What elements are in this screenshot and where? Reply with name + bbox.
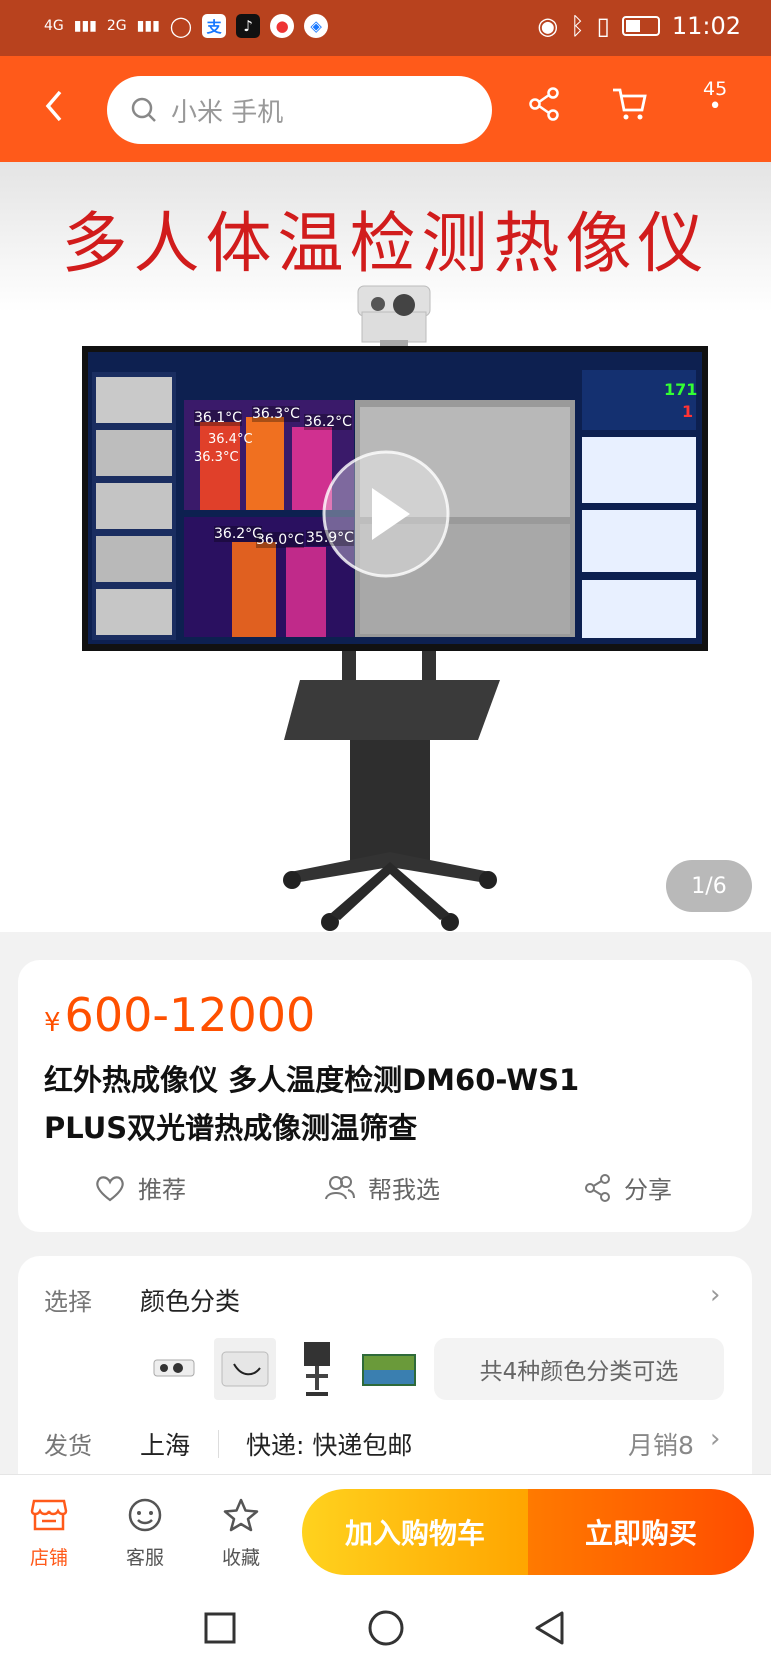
favorite-label: 收藏	[221, 1547, 260, 1569]
signal-bars-icon: ▮▮▮	[73, 18, 97, 34]
search-placeholder: 小米 手机	[171, 97, 284, 128]
share-button[interactable]: 分享	[584, 1170, 672, 1205]
product-price: ¥600-12000	[44, 988, 315, 1042]
screen-readout: 36.0°C	[256, 532, 304, 548]
price-value: 600-12000	[64, 988, 316, 1042]
screen-readout: 35.9°C	[306, 530, 354, 546]
recommend-button[interactable]: 推荐	[94, 1170, 186, 1205]
select-label: 选择	[44, 1288, 92, 1316]
help-choose-label: 帮我选	[368, 1176, 440, 1204]
currency-symbol: ¥	[44, 1008, 61, 1038]
bluetooth-icon: ᛒ	[570, 12, 585, 40]
status-right: ◉ ᛒ ▯ 11:02	[537, 12, 741, 40]
screen-readout: 36.3°C	[194, 450, 239, 465]
clock: 11:02	[671, 12, 741, 40]
tiktok-icon: ♪	[236, 14, 261, 38]
home-icon[interactable]	[364, 1606, 408, 1650]
heart-icon	[96, 1175, 124, 1201]
variant-thumb[interactable]	[142, 1338, 204, 1400]
back-arrow-icon[interactable]	[40, 86, 70, 126]
recommend-label: 推荐	[138, 1176, 186, 1204]
select-value[interactable]: 颜色分类	[140, 1282, 240, 1318]
product-title-line-2: PLUS双光谱热成像测温筛查	[44, 1111, 418, 1145]
search-icon	[131, 97, 156, 122]
shop-label: 店铺	[29, 1547, 68, 1569]
recent-apps-icon[interactable]	[200, 1608, 240, 1648]
screen-count-total: 171	[664, 380, 698, 399]
shipping-label: 发货	[44, 1432, 92, 1460]
back-nav-icon[interactable]	[530, 1608, 570, 1648]
screen-readout: 36.1°C	[194, 410, 242, 426]
options-card: 选择 颜色分类 › 共4种颜色分类可选 发货 上海 快递: 快递包邮 月销8 ›	[18, 1256, 752, 1496]
product-title-line-1: 红外热成像仪 多人温度检测DM60-WS1	[44, 1063, 580, 1097]
shop-button[interactable]: 店铺	[14, 1497, 84, 1570]
message-icon: ◯	[169, 14, 193, 38]
search-box[interactable]: 小米 手机	[107, 76, 492, 144]
product-photo	[82, 285, 708, 931]
eye-icon: ◉	[537, 12, 559, 40]
vibrate-icon: ▯	[596, 12, 610, 40]
battery-icon	[621, 16, 660, 36]
select-chevron-icon[interactable]: ›	[710, 1280, 720, 1310]
cart-badge[interactable]: 45 •	[703, 80, 727, 119]
alipay-icon: 支	[202, 14, 227, 38]
delivery-info: 快递: 快递包邮	[246, 1431, 413, 1460]
screen-readout: 36.2°C	[214, 526, 262, 542]
variants-summary[interactable]: 共4种颜色分类可选	[434, 1338, 724, 1400]
more-dot-icon: •	[708, 94, 722, 119]
product-image-gallery[interactable]: 多人体温检测热像仪 36.1°C 36.3°C 36.2°C 36.4°C 36…	[0, 162, 771, 932]
share-icon	[585, 1173, 610, 1202]
top-header: 小米 手机 45 •	[0, 56, 771, 162]
variant-thumb[interactable]	[214, 1338, 276, 1400]
signal-2: 2G	[106, 18, 127, 34]
help-choose-button[interactable]: 帮我选	[324, 1170, 440, 1205]
system-nav-bar	[0, 1588, 771, 1671]
screen-readout: 36.4°C	[208, 432, 253, 447]
customer-service-icon	[128, 1498, 162, 1532]
cart-icon[interactable]	[610, 84, 650, 124]
screen-count-alert: 1	[682, 402, 694, 421]
screen-readout: 36.2°C	[304, 414, 352, 430]
variant-thumb[interactable]	[286, 1338, 348, 1400]
browser-icon: ◈	[304, 14, 329, 38]
signal-bars-icon: ▮▮▮	[136, 18, 160, 34]
share-icon[interactable]	[525, 84, 565, 124]
service-button[interactable]: 客服	[110, 1497, 180, 1570]
product-title: 红外热成像仪 多人温度检测DM60-WS1 PLUS双光谱热成像测温筛查	[44, 1056, 664, 1152]
monthly-sales[interactable]: 月销8	[628, 1426, 694, 1462]
ship-from: 上海	[140, 1431, 191, 1460]
music-icon: ●	[270, 14, 295, 38]
add-to-cart-button[interactable]: 加入购物车	[302, 1489, 528, 1575]
image-counter: 1/6	[666, 860, 752, 912]
status-bar: 4G ▮▮▮ 2G ▮▮▮ ◯ 支 ♪ ● ◈ ◉ ᛒ ▯ 11:02	[0, 0, 771, 56]
variant-thumb[interactable]	[358, 1338, 420, 1400]
bottom-action-bar: 店铺 客服 收藏 加入购物车 立即购买	[0, 1474, 771, 1588]
star-icon	[223, 1498, 259, 1532]
screen-readout: 36.3°C	[252, 406, 300, 422]
shipping-chevron-icon[interactable]: ›	[710, 1424, 720, 1454]
people-icon	[325, 1175, 355, 1199]
signal-1: 4G	[44, 18, 64, 34]
status-left: 4G ▮▮▮ 2G ▮▮▮ ◯ 支 ♪ ● ◈	[44, 14, 329, 38]
share-label: 分享	[624, 1176, 672, 1204]
favorite-button[interactable]: 收藏	[206, 1497, 276, 1570]
shop-icon	[30, 1499, 68, 1531]
buy-now-button[interactable]: 立即购买	[528, 1489, 754, 1575]
price-title-card: ¥600-12000 红外热成像仪 多人温度检测DM60-WS1 PLUS双光谱…	[18, 960, 752, 1232]
divider	[218, 1430, 219, 1458]
service-label: 客服	[125, 1547, 164, 1569]
